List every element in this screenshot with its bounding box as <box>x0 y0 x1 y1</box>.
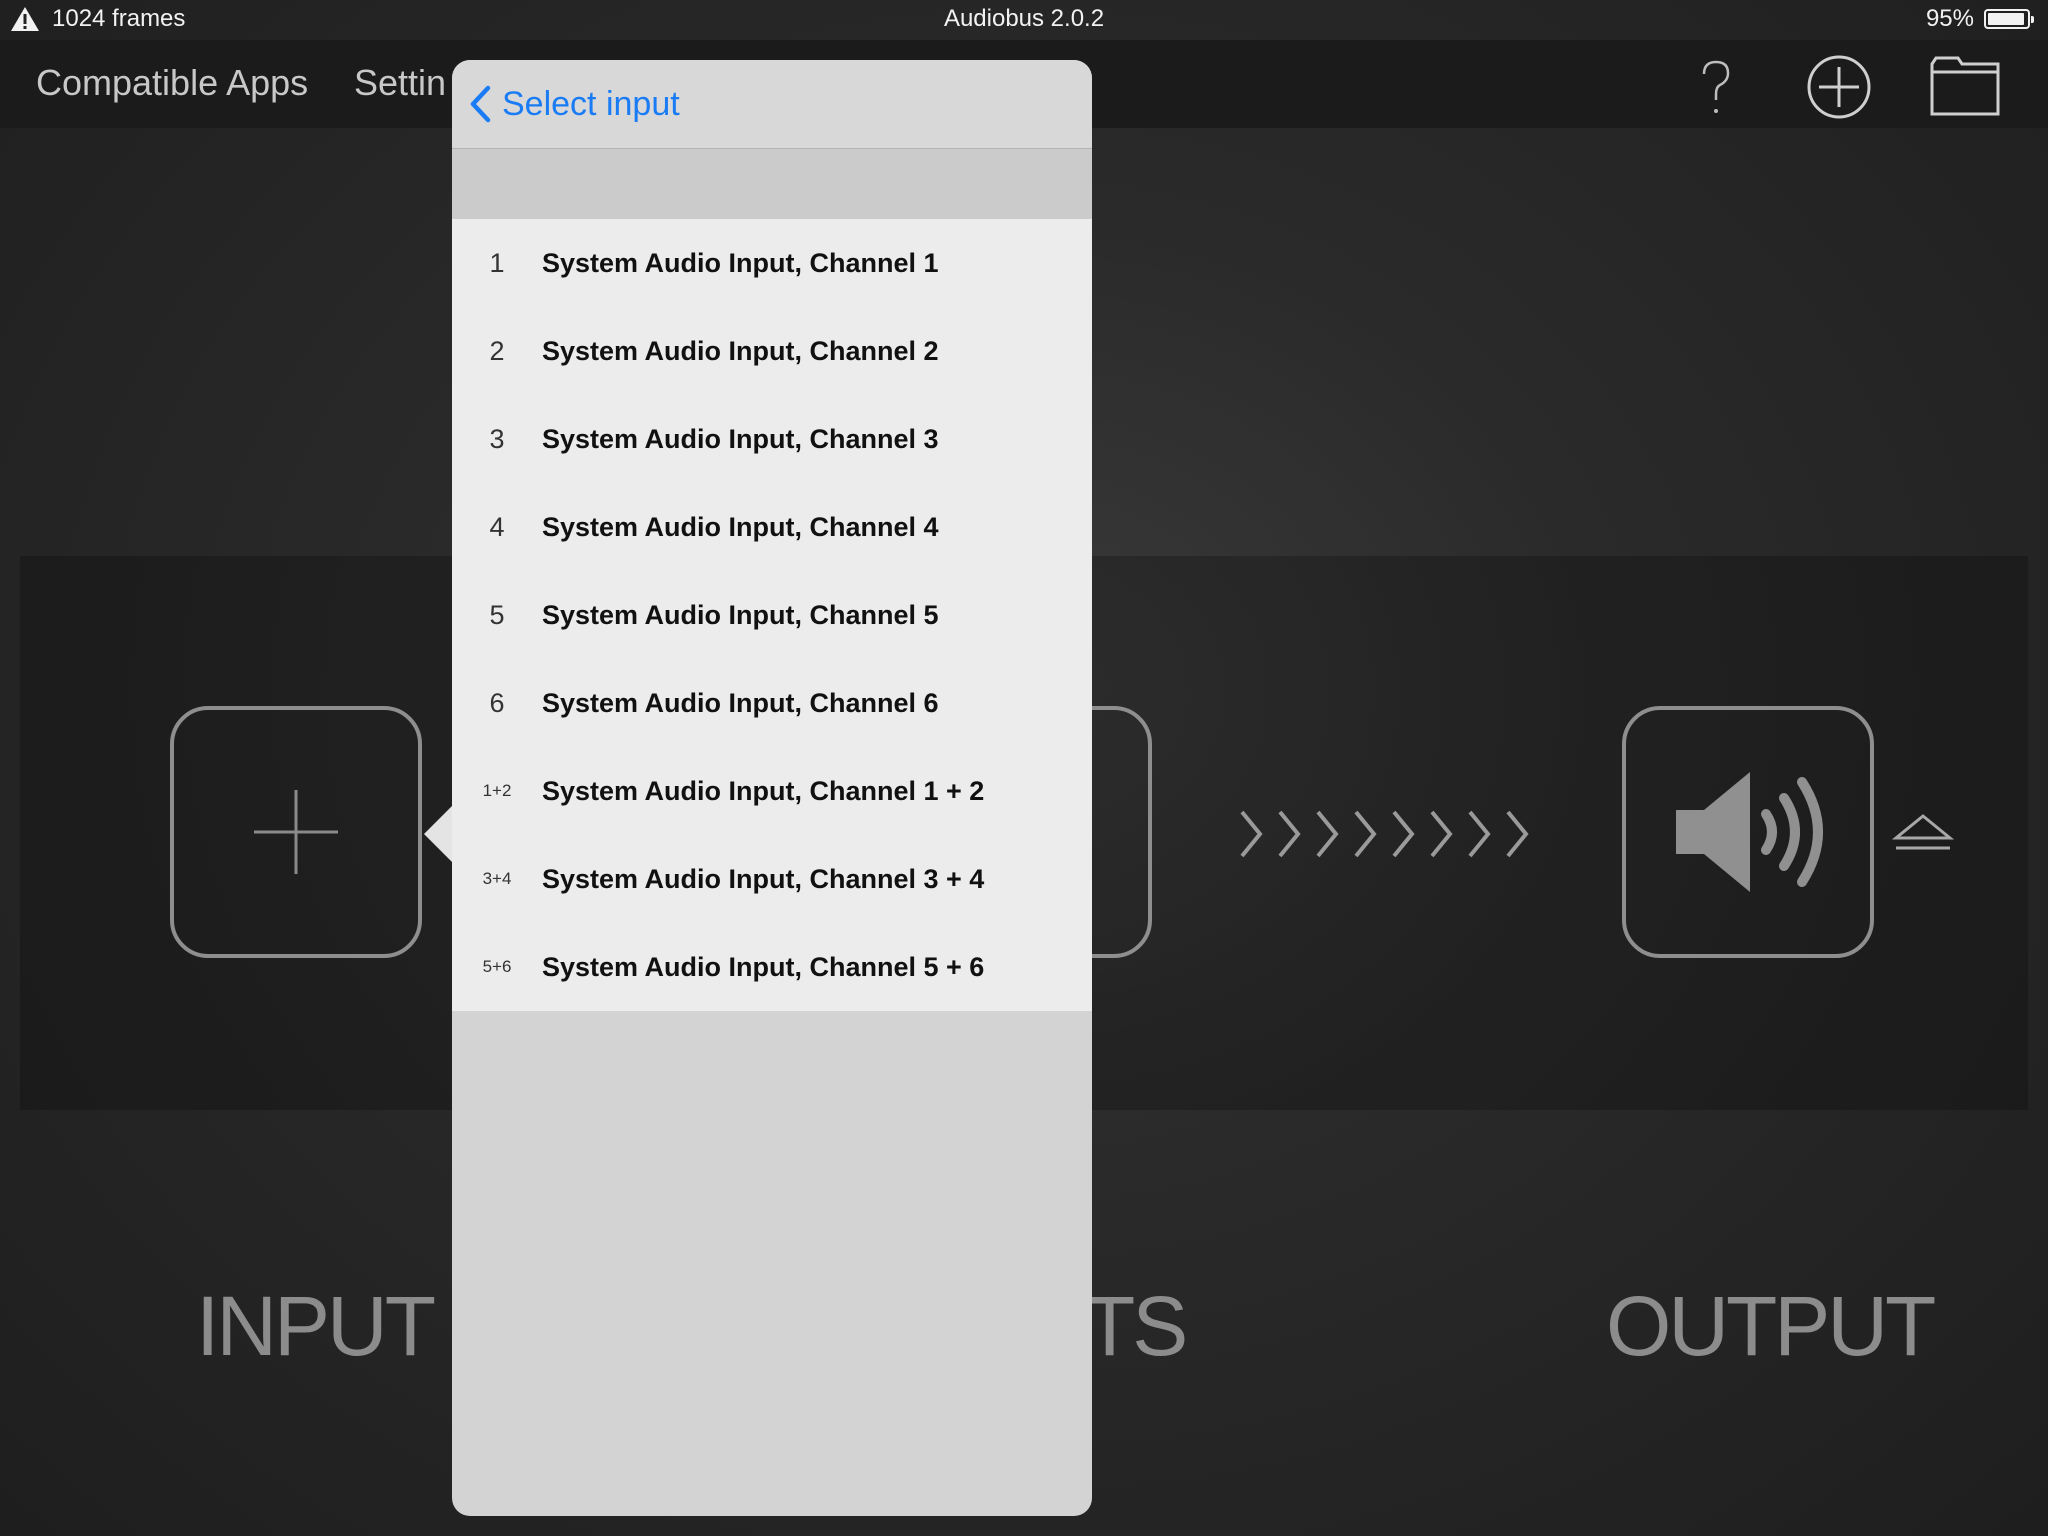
channel-label: System Audio Input, Channel 3 + 4 <box>542 863 985 894</box>
app-title: Audiobus 2.0.2 <box>943 5 1105 32</box>
eject-icon[interactable] <box>1892 812 1954 852</box>
channel-label: System Audio Input, Channel 4 <box>542 511 939 542</box>
output-slot[interactable] <box>1622 706 1874 958</box>
battery-percent: 95% <box>1925 5 1974 32</box>
popover-header: Select input <box>452 60 1092 149</box>
input-section-label: INPUT <box>196 1279 436 1373</box>
channel-number: 5 <box>489 599 505 630</box>
back-button-label: Select input <box>502 84 680 123</box>
channel-number: 4 <box>489 511 505 542</box>
channel-label: System Audio Input, Channel 2 <box>542 335 939 366</box>
channel-label: System Audio Input, Channel 3 <box>542 423 939 454</box>
channel-number: 3+4 <box>482 869 512 888</box>
folder-icon[interactable] <box>1930 54 2000 120</box>
input-slot[interactable] <box>170 706 422 958</box>
status-bar: 1024 frames Audiobus 2.0.2 95% <box>0 0 2048 40</box>
select-input-popover: Select input 1 System Audio Input, Chann… <box>452 60 1092 1516</box>
back-button[interactable]: Select input <box>468 84 680 124</box>
nav-compatible-apps[interactable]: Compatible Apps <box>36 62 308 104</box>
popover-arrow <box>424 804 454 864</box>
speaker-icon <box>1676 772 1823 892</box>
list-item-input[interactable]: 5 System Audio Input, Channel 5 <box>452 571 1092 659</box>
plus-icon <box>254 790 338 874</box>
channel-number: 1 <box>489 247 505 278</box>
input-list: 1 System Audio Input, Channel 1 2 System… <box>452 219 1092 1011</box>
list-item-input[interactable]: 6 System Audio Input, Channel 6 <box>452 659 1092 747</box>
channel-label: System Audio Input, Channel 6 <box>542 687 939 718</box>
list-item-input[interactable]: 5+6 System Audio Input, Channel 5 + 6 <box>452 923 1092 1011</box>
list-item-input[interactable]: 1 System Audio Input, Channel 1 <box>452 219 1092 307</box>
output-section-label: OUTPUT <box>1606 1279 1936 1373</box>
channel-number: 2 <box>489 335 505 366</box>
channel-label: System Audio Input, Channel 1 <box>542 247 939 278</box>
list-item-input[interactable]: 2 System Audio Input, Channel 2 <box>452 307 1092 395</box>
list-item-input[interactable]: 3 System Audio Input, Channel 3 <box>452 395 1092 483</box>
chevron-left-icon <box>470 85 491 123</box>
channel-label: System Audio Input, Channel 1 + 2 <box>542 775 985 806</box>
popover-spacer <box>452 149 1092 219</box>
channel-number: 1+2 <box>482 781 512 800</box>
add-circle-icon[interactable] <box>1804 54 1874 120</box>
channel-number: 6 <box>489 687 505 718</box>
channel-label: System Audio Input, Channel 5 <box>542 599 939 630</box>
help-icon[interactable] <box>1680 54 1750 120</box>
battery-icon <box>1984 9 2034 29</box>
effects-section-label: TS <box>1084 1279 1188 1373</box>
list-item-input[interactable]: 4 System Audio Input, Channel 4 <box>452 483 1092 571</box>
list-item-input[interactable]: 1+2 System Audio Input, Channel 1 + 2 <box>452 747 1092 835</box>
battery-indicator: 95% <box>1925 5 2034 33</box>
channel-number: 5+6 <box>482 957 512 976</box>
nav-settings[interactable]: Settin <box>354 62 446 104</box>
channel-label: System Audio Input, Channel 5 + 6 <box>542 951 985 982</box>
channel-number: 3 <box>489 423 505 454</box>
list-item-input[interactable]: 3+4 System Audio Input, Channel 3 + 4 <box>452 835 1092 923</box>
flow-arrows-icon <box>1240 810 1529 858</box>
